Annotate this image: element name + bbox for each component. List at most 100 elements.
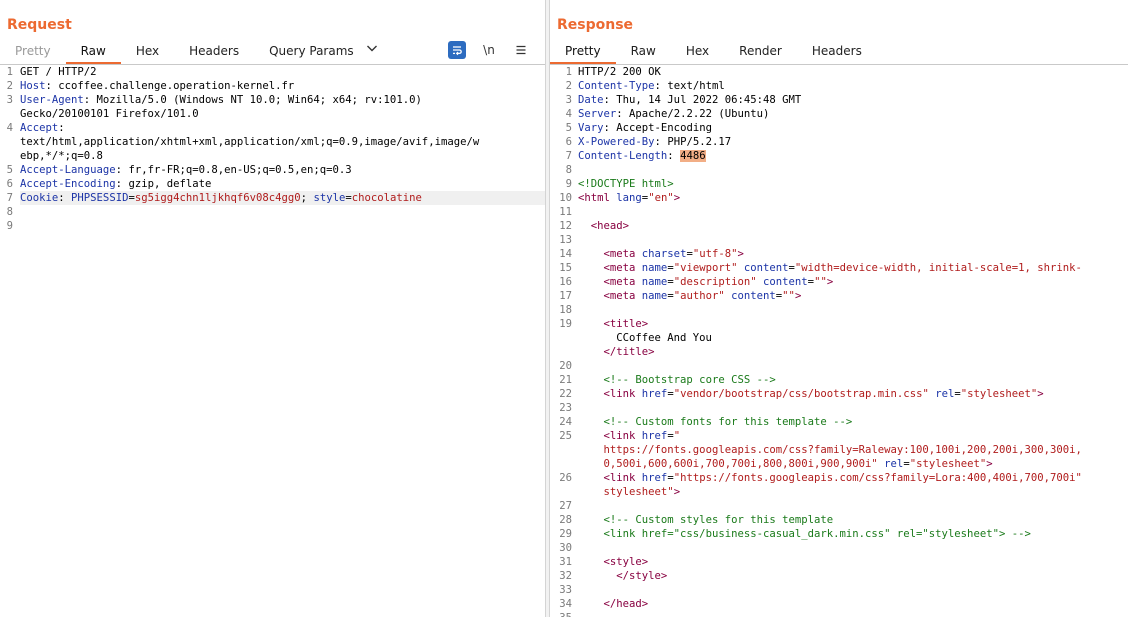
code-text: Accept: (20, 122, 65, 134)
line-number: 4 (6, 122, 13, 134)
code-line: 2 Content-Type: text/html (565, 80, 725, 92)
code-line: 14 <meta charset="utf-8"> (559, 248, 744, 260)
line-number (0, 107, 20, 121)
header-key: Accept (20, 122, 59, 134)
code-line: 30 (559, 542, 572, 554)
header-value: fr,fr-FR;q=0.8,en-US;q=0.5,en;q=0.3 (122, 164, 352, 176)
code-text: Gecko/20100101 Firefox/101.0 (20, 108, 199, 120)
code-line: ebp,*/*;q=0.8 (0, 149, 545, 163)
code-line: 6 Accept-Encoding: gzip, deflate (0, 177, 545, 191)
code-line: 12 <head> (559, 220, 630, 232)
header-key: Server (578, 108, 617, 120)
code-text: text/html,application/xhtml+xml,applicat… (20, 136, 480, 148)
header-value: ccoffee.challenge.operation-kernel.fr (51, 80, 295, 92)
code-line: 8 (0, 205, 545, 219)
tab-pretty[interactable]: Pretty (0, 40, 66, 64)
code-line: 6 X-Powered-By: PHP/5.2.17 (565, 136, 732, 148)
wrap-lines-icon[interactable] (448, 41, 466, 59)
code-line: 1 GET / HTTP/2 (0, 65, 545, 79)
code-line: https://fonts.googleapis.com/css?family=… (603, 444, 1082, 456)
header-key: Date (578, 94, 604, 106)
line-number: 3 (6, 94, 13, 106)
header-key: Content-Length (578, 150, 668, 162)
code-text: ebp,*/*;q=0.8 (20, 150, 103, 162)
request-pane: Request Pretty Raw Hex Headers Query Par… (0, 0, 545, 617)
tab-raw[interactable]: Raw (65, 40, 121, 64)
code-line: 23 (559, 402, 572, 414)
request-tabs: Pretty Raw Hex Headers Query Params (0, 40, 393, 64)
response-tabs: Pretty Raw Hex Render Headers (550, 40, 877, 64)
code-line: 16 <meta name="description" content=""> (559, 276, 834, 288)
tab-hex[interactable]: Hex (671, 40, 724, 64)
code-line: 8 (565, 164, 572, 176)
code-line: 3 User-Agent: Mozilla/5.0 (Windows NT 10.… (0, 93, 545, 107)
request-title: Request (7, 17, 72, 33)
header-value: Mozilla/5.0 (Windows NT 10.0; Win64; x64… (90, 94, 422, 106)
header-key: Content-Type (578, 80, 655, 92)
tab-hex[interactable]: Hex (121, 40, 174, 64)
cookie-name: style (313, 192, 346, 204)
header-key: Accept-Language (20, 164, 116, 176)
code-line: 3 Date: Thu, 14 Jul 2022 06:45:48 GMT (565, 94, 802, 106)
code-line: 4 Accept: (0, 121, 545, 135)
highlighted-content-length: 4486 (680, 150, 706, 162)
tab-render[interactable]: Render (724, 40, 797, 64)
response-editor[interactable]: 1 HTTP/2 200 OK 2 Content-Type: text/html … (550, 65, 1128, 617)
code-line: 32 </style> (559, 570, 668, 582)
header-value: Apache/2.2.22 (Ubuntu) (622, 108, 770, 120)
tab-pretty[interactable]: Pretty (550, 40, 616, 64)
code-line: 10 <html lang="en"> (559, 192, 681, 204)
hamburger-menu-icon[interactable] (512, 41, 530, 59)
line-number: 9 (6, 220, 13, 232)
code-line: 24 <!-- Custom fonts for this template -… (559, 416, 853, 428)
code-line: 35 (550, 611, 1128, 617)
chevron-down-icon (366, 42, 378, 57)
code-line: 13 (559, 234, 572, 246)
line-number: 7 (6, 192, 13, 204)
code-line: 9 <!DOCTYPE html> (565, 178, 674, 190)
code-text: User-Agent: Mozilla/5.0 (Windows NT 10.0… (20, 94, 422, 106)
code-line: 25 <link href=" (559, 430, 681, 442)
tab-headers[interactable]: Headers (174, 40, 254, 64)
code-line: Gecko/20100101 Firefox/101.0 (0, 107, 545, 121)
code-line: 11 (559, 206, 572, 218)
line-number (0, 135, 20, 149)
code-line: 5 Accept-Language: fr,fr-FR;q=0.8,en-US;q… (0, 163, 545, 177)
response-pane: Response Pretty Raw Hex Render Headers 1… (550, 0, 1128, 617)
code-line: 4 Server: Apache/2.2.22 (Ubuntu) (565, 108, 770, 120)
code-text: Cookie: PHPSESSID=sg5igg4chn1ljkhqf6v08c… (20, 191, 545, 205)
tab-headers[interactable]: Headers (797, 40, 877, 64)
status-line: HTTP/2 200 OK (578, 66, 661, 78)
code-line: 21 <!-- Bootstrap core CSS --> (559, 374, 776, 386)
newline-toggle-button[interactable]: \n (480, 41, 498, 59)
code-text: Host: ccoffee.challenge.operation-kernel… (20, 80, 295, 92)
cookie-name: PHPSESSID (71, 192, 129, 204)
code-line: 18 (559, 304, 572, 316)
line-number: 2 (6, 80, 13, 92)
code-line: CCoffee And You (578, 332, 712, 344)
cookie-value: chocolatine (351, 192, 422, 204)
header-value: Accept-Encoding (609, 122, 712, 134)
tab-raw[interactable]: Raw (616, 40, 671, 64)
code-line: 22 <link href="vendor/bootstrap/css/boot… (559, 388, 1044, 400)
code-line: 26 <link href="https://fonts.googleapis.… (559, 472, 1082, 484)
header-key: Host (20, 80, 46, 92)
header-key: User-Agent (20, 94, 84, 106)
code-line: text/html,application/xhtml+xml,applicat… (0, 135, 545, 149)
code-line: 1 HTTP/2 200 OK (550, 65, 1128, 79)
line-number (0, 149, 20, 163)
code-line: 15 <meta name="viewport" content="width=… (559, 262, 1082, 274)
header-value: Thu, 14 Jul 2022 06:45:48 GMT (609, 94, 802, 106)
code-line: 19 <title> (559, 318, 649, 330)
code-text: GET / HTTP/2 (20, 66, 97, 78)
tab-query-params[interactable]: Query Params (254, 40, 393, 64)
code-line: 20 (559, 360, 572, 372)
code-line: 9 (0, 219, 545, 233)
request-editor[interactable]: 1 GET / HTTP/2 2 Host: ccoffee.challenge.op… (0, 65, 545, 617)
code-line: 29 <link href="css/business-casual_dark.… (559, 528, 1031, 540)
code-line: 28 <!-- Custom styles for this template (559, 514, 834, 526)
code-line: 7 Content-Length: 4486 (565, 150, 706, 162)
code-line: stylesheet"> (603, 486, 681, 498)
